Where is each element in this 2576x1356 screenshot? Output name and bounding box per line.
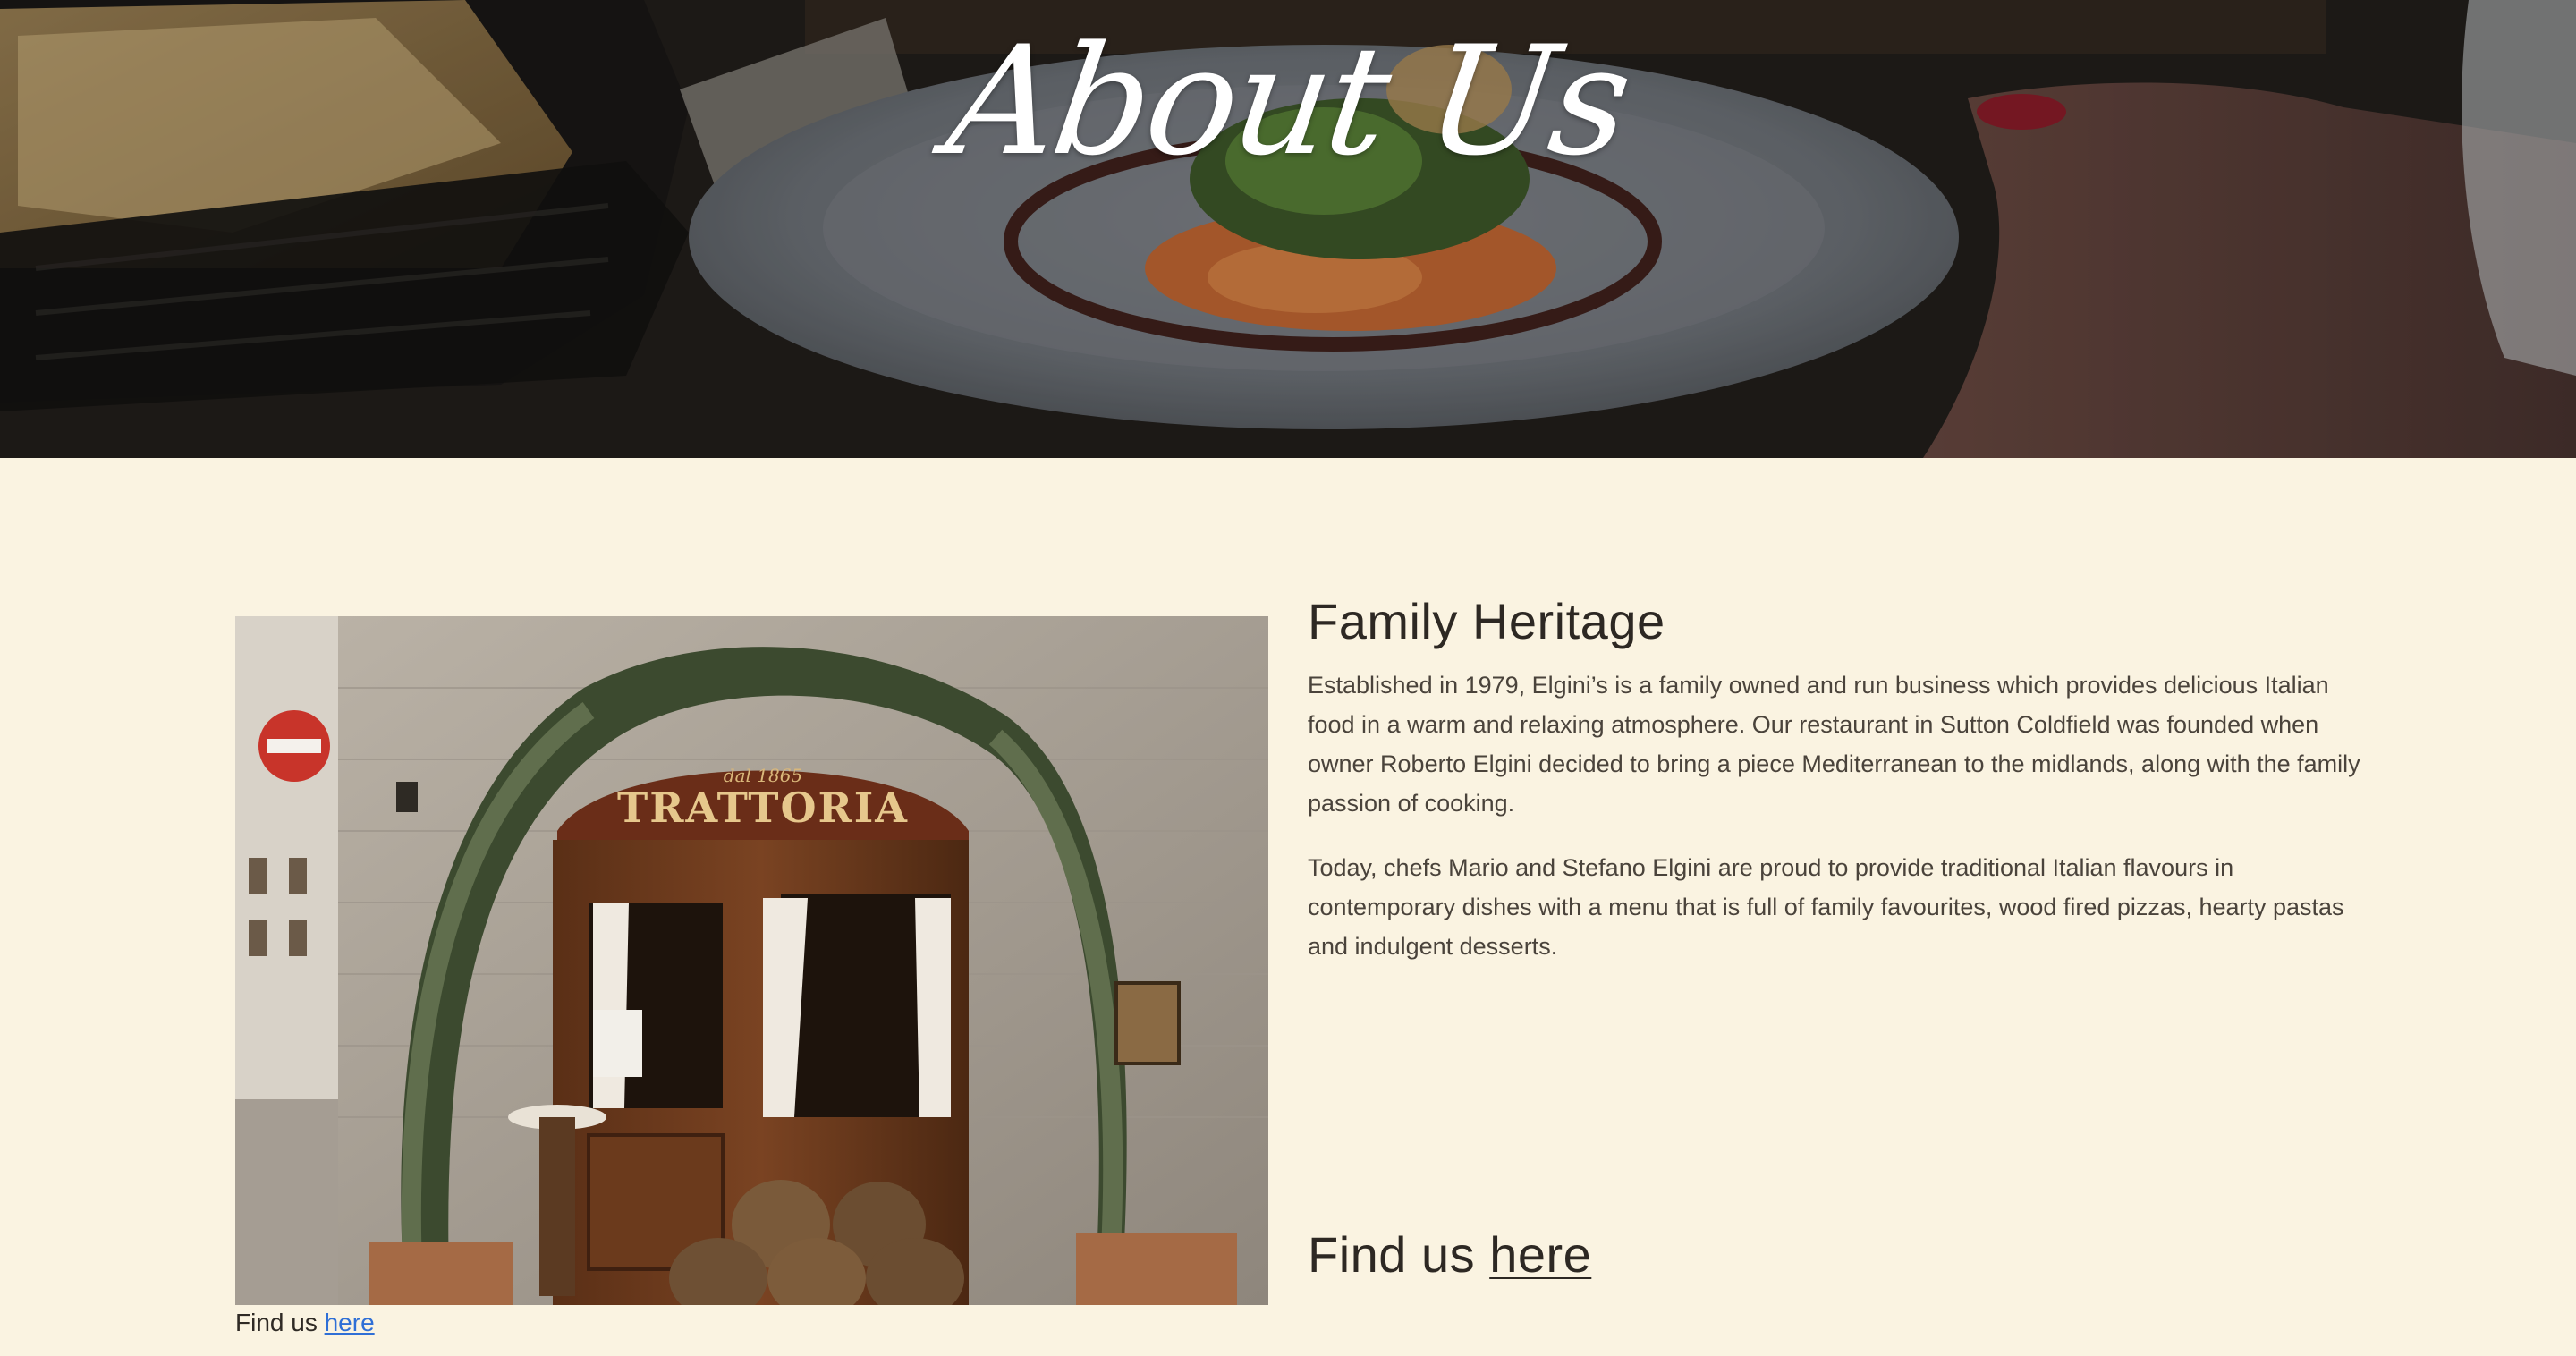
section-heading: Family Heritage <box>1308 593 1665 649</box>
photo-caption: Find us here <box>235 1308 375 1338</box>
about-paragraph-2: Today, chefs Mario and Stefano Elgini ar… <box>1308 854 2344 960</box>
caption-find-us-link[interactable]: here <box>325 1309 375 1336</box>
find-us-link[interactable]: here <box>1489 1226 1591 1283</box>
find-us-prefix: Find us <box>1308 1226 1476 1283</box>
about-text-section: Family Heritage Established in 1979, Elg… <box>1308 590 2363 991</box>
caption-prefix: Find us <box>235 1309 318 1336</box>
about-paragraph-1: Established in 1979, Elgini’s is a famil… <box>1308 672 2360 817</box>
find-us-heading: Find us here <box>1308 1224 1591 1286</box>
hero-banner: About Us <box>0 0 2576 458</box>
trattoria-sign-main: TRATTORIA <box>617 784 909 832</box>
restaurant-photo: dal 1865 TRATTORIA <box>235 616 1268 1305</box>
page-title: About Us <box>937 13 1639 189</box>
